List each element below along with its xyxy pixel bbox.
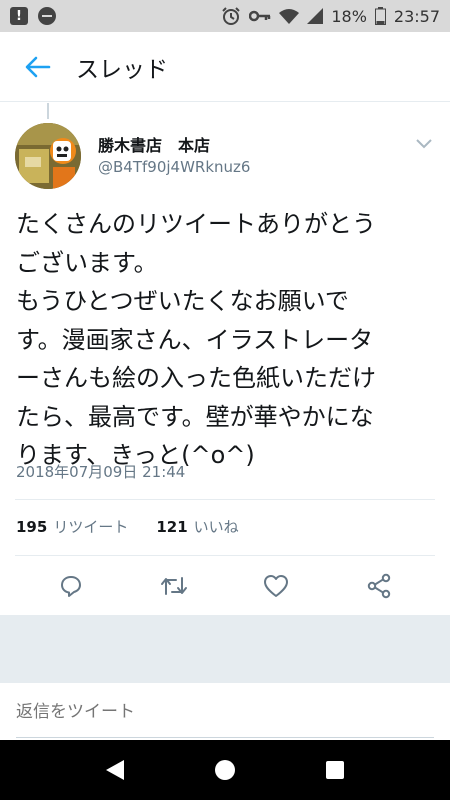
do-not-disturb-icon bbox=[38, 7, 56, 25]
chevron-down-icon bbox=[416, 139, 432, 149]
triangle-back-icon bbox=[106, 760, 124, 780]
tweet-timestamp[interactable]: 2018年07月09日 21:44 bbox=[16, 461, 185, 482]
reply-composer bbox=[0, 683, 450, 740]
system-navigation-bar bbox=[0, 740, 450, 800]
clock-time: 23:57 bbox=[393, 6, 440, 26]
nav-home-button[interactable] bbox=[203, 748, 247, 792]
retweet-count[interactable]: 195 bbox=[16, 518, 47, 536]
retweet-label[interactable]: リツイート bbox=[53, 516, 128, 537]
app-header: スレッド bbox=[0, 32, 450, 102]
avatar[interactable] bbox=[15, 123, 81, 189]
signal-icon bbox=[307, 8, 324, 24]
retweet-button[interactable] bbox=[154, 566, 194, 606]
tweet-stats: 195 リツイート 121 いいね bbox=[16, 516, 239, 537]
author-name[interactable]: 勝木書店 本店 bbox=[98, 132, 210, 156]
square-recents-icon bbox=[326, 761, 344, 779]
tweet-author[interactable]: 勝木書店 本店 @B4Tf90j4WRknuz6 bbox=[0, 118, 450, 198]
divider bbox=[15, 555, 435, 556]
divider bbox=[15, 499, 435, 500]
tweet-menu-button[interactable] bbox=[416, 134, 432, 153]
reply-input-underline bbox=[16, 737, 434, 738]
status-bar: ! 18% 23:57 bbox=[0, 0, 450, 32]
tweet-action-bar bbox=[0, 563, 450, 609]
share-icon bbox=[367, 573, 390, 599]
back-button[interactable] bbox=[0, 32, 76, 102]
share-button[interactable] bbox=[359, 566, 399, 606]
page-title: スレッド bbox=[76, 56, 168, 83]
reply-input[interactable] bbox=[16, 701, 426, 722]
like-label[interactable]: いいね bbox=[194, 516, 239, 537]
like-count[interactable]: 121 bbox=[156, 518, 187, 536]
wifi-icon bbox=[279, 8, 300, 24]
circle-home-icon bbox=[215, 760, 235, 780]
tweet: 勝木書店 本店 @B4Tf90j4WRknuz6 bbox=[0, 118, 450, 198]
tweet-text: たくさんのリツイートありがとう ございます。 もうひとつぜいたくなお願いで す。… bbox=[16, 210, 376, 469]
battery-percent: 18% bbox=[331, 6, 367, 26]
key-icon bbox=[249, 9, 271, 23]
alarm-icon bbox=[221, 6, 241, 26]
thread-connector-line bbox=[47, 103, 49, 119]
nav-recents-button[interactable] bbox=[313, 748, 357, 792]
alert-icon: ! bbox=[10, 7, 28, 25]
retweet-icon bbox=[160, 577, 187, 595]
author-handle[interactable]: @B4Tf90j4WRknuz6 bbox=[98, 158, 250, 176]
like-button[interactable] bbox=[256, 566, 296, 606]
like-icon bbox=[264, 575, 289, 597]
content-separator bbox=[0, 615, 450, 683]
arrow-left-icon bbox=[25, 56, 51, 77]
reply-icon bbox=[61, 576, 82, 597]
battery-icon bbox=[374, 7, 386, 25]
reply-button[interactable] bbox=[51, 566, 91, 606]
nav-back-button[interactable] bbox=[93, 748, 137, 792]
